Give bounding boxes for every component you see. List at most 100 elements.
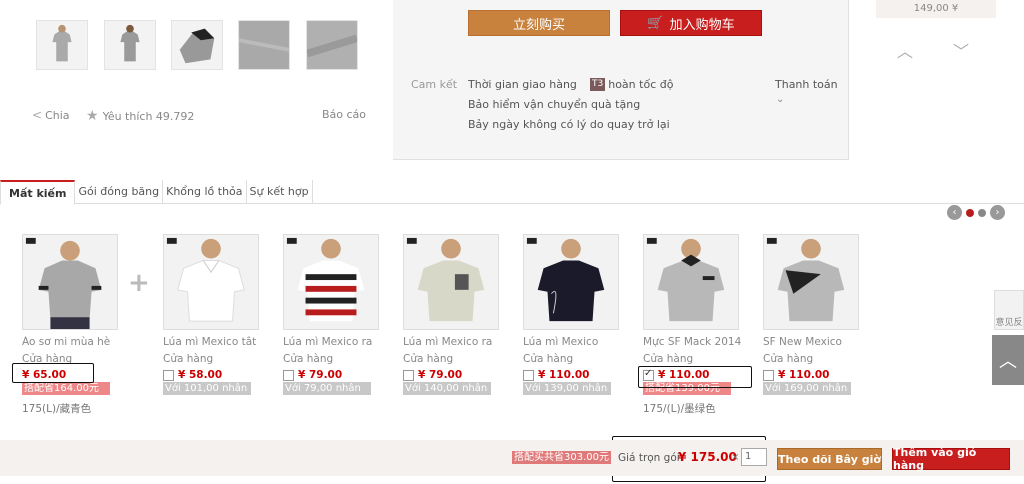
product-store[interactable]: Cửa hàng (163, 353, 283, 365)
favorite-button[interactable]: ★ Yêu thích 49.792 (86, 108, 194, 124)
follow-now-button[interactable]: Theo dõi Bây giờ (777, 448, 882, 470)
product-price-row: ¥ 79.00 (403, 369, 523, 381)
tab-giant[interactable]: Khổng lồ thỏa (163, 180, 247, 204)
product-name[interactable]: Lúa mì Mexico (523, 336, 641, 348)
product-price: ¥ 110.00 (538, 369, 590, 381)
product-card: Lúa mì Mexico ra Cửa hàng ¥ 79.00 Với 79… (283, 234, 403, 395)
annotation-mark (12, 363, 94, 383)
package-price-label: Giá trọn gói: (618, 452, 684, 464)
product-name[interactable]: Áo sơ mi mùa hè (22, 336, 140, 348)
product-sku: 175/(L)/墨绿色 (643, 403, 716, 415)
add-to-cart-label: 加入购物车 (669, 17, 735, 33)
speed-refund-badge[interactable]: T3 hoàn tốc độ (590, 78, 673, 91)
thumbnail-4[interactable] (238, 20, 290, 70)
speed-badge-icon: T3 (590, 78, 606, 91)
carousel-controls: ‹ › (947, 205, 1005, 220)
back-to-top-icon[interactable]: ︿ (992, 335, 1024, 385)
add-bundle-to-cart-button[interactable]: Thêm vào giỏ hàng (892, 446, 1010, 472)
product-image[interactable] (22, 234, 118, 330)
product-checkbox[interactable] (523, 369, 534, 381)
product-card: Lúa mì Mexico Cửa hàng ¥ 110.00 Với 139,… (523, 234, 643, 395)
report-link[interactable]: Báo cáo (322, 108, 366, 121)
product-image[interactable] (403, 234, 499, 330)
product-store[interactable]: Cửa hàng (643, 353, 763, 365)
multiply-sign: × (731, 452, 740, 463)
product-name[interactable]: SF New Mexico (763, 336, 881, 348)
favorite-count: Yêu thích 49.792 (102, 109, 195, 123)
product-store[interactable]: Cửa hàng (523, 353, 643, 365)
share-icon: < (32, 108, 43, 122)
thumbnail-1[interactable] (36, 20, 88, 70)
cart-icon: 🛒 (647, 15, 664, 31)
carousel-dot[interactable] (978, 208, 986, 217)
add-to-cart-button[interactable]: 🛒 加入购物车 (620, 10, 762, 36)
chevron-down-icon[interactable]: ﹀ (953, 38, 969, 62)
product-bundle-price: Với 140,00 nhân (403, 382, 491, 395)
product-price: ¥ 79.00 (298, 369, 343, 381)
side-recommend-price[interactable]: 149,00 ¥ (876, 0, 996, 18)
product-price-row: ¥ 58.00 (163, 369, 283, 381)
product-card: Lúa mì Mexico tắt Cửa hàng ¥ 58.00 Với 1… (163, 234, 283, 395)
product-image[interactable] (643, 234, 739, 330)
product-checkbox[interactable] (403, 369, 414, 381)
product-price-row: ¥ 110.00 (523, 369, 643, 381)
purchase-panel: 立刻购买 🛒 加入购物车 Cam kết Thời gian giao hàng… (393, 0, 849, 160)
carousel-dot[interactable] (966, 208, 974, 217)
share-label: Chia (45, 108, 70, 122)
product-checkbox[interactable] (763, 369, 774, 381)
product-image[interactable] (763, 234, 859, 330)
product-card: Mực SF Mack 2014 Cửa hàng ¥ 110.00 搭配省13… (643, 234, 763, 416)
product-image[interactable] (283, 234, 379, 330)
speed-refund-label: hoàn tốc độ (608, 78, 674, 91)
product-checkbox[interactable] (283, 369, 294, 381)
chevron-left-icon[interactable]: ‹ (947, 205, 962, 220)
package-price: ¥ 175.00 (678, 450, 737, 464)
combo-saving-total: 搭配买共省303.00元 (512, 451, 611, 464)
share-button[interactable]: < Chia (32, 108, 70, 122)
product-bundle-price: Với 79,00 nhân (283, 382, 371, 395)
product-price-row: ¥ 79.00 (283, 369, 403, 381)
product-card: SF New Mexico Cửa hàng ¥ 110.00 Với 169,… (763, 234, 883, 395)
promise-label: Cam kết (411, 78, 458, 91)
product-saving: 搭配省164.00元 (22, 382, 110, 395)
plus-icon: + (128, 268, 150, 298)
annotation-mark (638, 366, 752, 388)
product-price: ¥ 110.00 (778, 369, 830, 381)
star-icon: ★ (86, 108, 99, 124)
product-sku: 175(L)/藏青色 (22, 403, 92, 415)
product-card: Áo sơ mi mùa hè Cửa hàng ¥ 65.00 搭配省164.… (22, 234, 142, 416)
product-image[interactable] (163, 234, 259, 330)
chevron-right-icon[interactable]: › (990, 205, 1005, 220)
thumbnail-3[interactable] (171, 20, 223, 70)
product-store[interactable]: Cửa hàng (283, 353, 403, 365)
feedback-widget[interactable]: 意见反 (994, 290, 1024, 330)
bundle-tabs: Mất kiếm Gói đóng băng Khổng lồ thỏa Sự … (0, 180, 1024, 205)
product-price-row: ¥ 110.00 (763, 369, 883, 381)
promise-insurance[interactable]: Bảo hiểm vận chuyển quà tặng (468, 98, 640, 111)
product-bundle-price: Với 101,00 nhân (163, 382, 251, 395)
product-store[interactable]: Cửa hàng (403, 353, 523, 365)
product-bundle-price: Với 169,00 nhân (763, 382, 851, 395)
product-store[interactable]: Cửa hàng (763, 353, 883, 365)
promise-return[interactable]: Bảy ngày không có lý do quay trở lại (468, 118, 670, 131)
tab-package[interactable]: Gói đóng băng (75, 180, 164, 204)
product-image[interactable] (523, 234, 619, 330)
tab-combination[interactable]: Sự kết hợp (247, 180, 313, 204)
chevron-up-icon[interactable]: ︿ (897, 38, 913, 62)
product-name[interactable]: Lúa mì Mexico ra (403, 336, 521, 348)
product-checkbox[interactable] (163, 369, 174, 381)
thumbnail-2[interactable] (104, 20, 156, 70)
product-name[interactable]: Lúa mì Mexico ra (283, 336, 401, 348)
quantity-input[interactable]: 1 (741, 448, 767, 466)
product-name[interactable]: Lúa mì Mexico tắt (163, 336, 281, 348)
tab-match[interactable]: Mất kiếm (0, 180, 76, 205)
product-bundle-price: Với 139,00 nhân (523, 382, 611, 395)
product-card: Lúa mì Mexico ra Cửa hàng ¥ 79.00 Với 14… (403, 234, 523, 395)
product-price: ¥ 79.00 (418, 369, 463, 381)
buy-now-button[interactable]: 立刻购买 (468, 10, 610, 36)
product-name[interactable]: Mực SF Mack 2014 (643, 336, 761, 348)
thumbnail-5[interactable] (305, 20, 359, 70)
chevron-down-icon[interactable]: ⌄ (776, 94, 784, 105)
payment-label[interactable]: Thanh toán (775, 78, 838, 91)
promise-delivery[interactable]: Thời gian giao hàng (468, 78, 577, 91)
